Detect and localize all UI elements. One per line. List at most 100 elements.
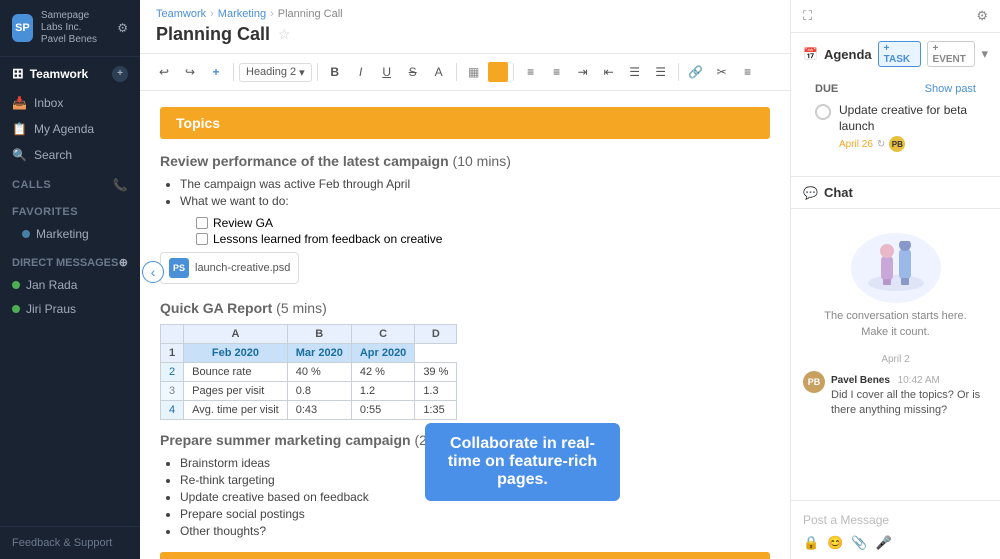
online-dot <box>12 305 20 313</box>
agenda-title: Agenda <box>824 47 872 62</box>
chat-avatar: PB <box>803 371 825 393</box>
chat-mic-icon[interactable]: 🎤 <box>876 535 892 551</box>
sidebar-item-inbox[interactable]: 📥 Inbox <box>0 90 140 116</box>
app-logo-icon: SP <box>12 14 33 42</box>
favorites-section-header: Favorites <box>0 196 140 222</box>
toolbar-add-btn[interactable]: + <box>204 60 228 84</box>
collaboration-tooltip: Collaborate in real-time on feature-rich… <box>425 423 620 501</box>
breadcrumb-marketing[interactable]: Marketing <box>218 8 266 20</box>
add-event-tag[interactable]: + EVENT <box>927 41 976 67</box>
sidebar-settings-icon[interactable]: ⚙ <box>117 21 128 35</box>
toolbar-sep-2 <box>317 63 318 81</box>
toolbar-strikethrough-btn[interactable]: S <box>401 60 425 84</box>
fullscreen-icon[interactable]: ⛶ <box>803 8 812 24</box>
prev-nav-arrow[interactable]: ‹ <box>142 261 164 283</box>
task-checkbox[interactable] <box>815 104 831 120</box>
chat-title: Chat <box>824 185 853 200</box>
toolbar-redo-btn[interactable]: ↪ <box>178 60 202 84</box>
sidebar-footer: Feedback & Support <box>0 526 140 559</box>
sidebar-dm-jan-rada[interactable]: Jan Rada <box>0 273 140 297</box>
search-icon: 🔍 <box>12 148 26 162</box>
toolbar-italic-btn[interactable]: I <box>349 60 373 84</box>
favorite-star-icon[interactable]: ☆ <box>278 26 291 43</box>
file-icon: PS <box>169 258 189 278</box>
right-panel: ⛶ ⚙ 📅 Agenda + TASK + EVENT ▾ Due Show p… <box>790 0 1000 559</box>
toolbar-bold-btn[interactable]: B <box>323 60 347 84</box>
chat-empty-text: The conversation starts here. Make it co… <box>824 309 966 340</box>
agenda-icon: 📋 <box>12 122 26 136</box>
dm-add-icon[interactable]: ⊕ <box>119 256 128 269</box>
toolbar-sep-1 <box>233 63 234 81</box>
section-2-title: Quick GA Report (5 mins) <box>160 300 770 316</box>
sidebar-item-search[interactable]: 🔍 Search <box>0 142 140 168</box>
chat-attachment-icon[interactable]: 📎 <box>851 535 867 551</box>
toolbar-color-btn[interactable] <box>488 62 508 82</box>
toolbar-more-btn[interactable]: ≡ <box>736 60 760 84</box>
chat-lock-icon: 🔒 <box>803 535 819 551</box>
feedback-link[interactable]: Feedback & Support <box>12 537 128 549</box>
chat-emoji-icon[interactable]: 😊 <box>827 535 843 551</box>
list-item: What we want to do: <box>180 194 770 208</box>
chat-input-icons: 🔒 😊 📎 🎤 <box>803 535 988 551</box>
checkbox-lessons[interactable] <box>196 233 208 245</box>
table-header-row <box>161 325 184 344</box>
table-row: 3 Pages per visit 0.8 1.2 1.3 <box>161 382 457 401</box>
sidebar-item-my-agenda[interactable]: 📋 My Agenda <box>0 116 140 142</box>
chat-section: 💬 Chat The convers <box>791 177 1000 559</box>
toolbar-underline-btn[interactable]: U <box>375 60 399 84</box>
calls-icon: 📞 <box>113 178 128 192</box>
toolbar-sep-4 <box>513 63 514 81</box>
sidebar-dm-jiri-praus[interactable]: Jiri Praus <box>0 297 140 321</box>
agenda-header: 📅 Agenda + TASK + EVENT ▾ <box>803 41 988 67</box>
chat-input-placeholder[interactable]: Post a Message <box>803 509 988 531</box>
sidebar-item-marketing[interactable]: Marketing <box>0 222 140 246</box>
toolbar-heading-dropdown[interactable]: Heading 2 ▾ <box>239 63 312 82</box>
right-settings-icon[interactable]: ⚙ <box>976 8 988 24</box>
breadcrumb: Teamwork › Marketing › Planning Call <box>156 8 774 20</box>
topics-bar: Topics <box>160 107 770 139</box>
table-row: 4 Avg. time per visit 0:43 0:55 1:35 <box>161 401 457 420</box>
toolbar-sep-3 <box>456 63 457 81</box>
list-item: Review GA <box>196 216 770 230</box>
add-team-icon[interactable]: + <box>112 66 128 82</box>
toolbar-align-right-btn[interactable]: ☰ <box>649 60 673 84</box>
table-col-apr: Apr 2020 <box>351 344 414 363</box>
toolbar-outdent-btn[interactable]: ⇤ <box>597 60 621 84</box>
toolbar-font-btn[interactable]: A <box>427 60 451 84</box>
toolbar-link-btn[interactable]: 🔗 <box>684 60 708 84</box>
table-header-d: D <box>415 325 457 344</box>
ga-data-table: A B C D 1 Feb 2020 Mar 2020 Apr 2020 2 B… <box>160 324 457 420</box>
toolbar-undo-btn[interactable]: ↩ <box>152 60 176 84</box>
due-section: Due Show past Update creative for beta l… <box>803 75 988 168</box>
calendar-icon: 📅 <box>803 47 818 61</box>
toolbar-table-btn[interactable]: ▦ <box>462 60 486 84</box>
chat-input-area[interactable]: Post a Message 🔒 😊 📎 🎤 <box>791 500 1000 559</box>
checkbox-review-ga[interactable] <box>196 217 208 229</box>
toolbar-indent-btn[interactable]: ⇥ <box>571 60 595 84</box>
table-row: 2 Bounce rate 40 % 42 % 39 % <box>161 363 457 382</box>
file-attachment[interactable]: PS launch-creative.psd <box>160 252 299 284</box>
right-panel-header: ⛶ ⚙ <box>791 0 1000 33</box>
page-title: Planning Call <box>156 24 270 45</box>
show-past-link[interactable]: Show past <box>925 83 976 95</box>
reports-bar: Reports <box>160 552 770 559</box>
list-item: Prepare social postings <box>180 507 770 521</box>
toolbar-align-center-btn[interactable]: ☰ <box>623 60 647 84</box>
chat-messages: The conversation starts here. Make it co… <box>791 209 1000 500</box>
sidebar: SP Samepage Labs Inc. Pavel Benes ⚙ ⊞ Te… <box>0 0 140 559</box>
chat-sender-name: Pavel Benes <box>831 375 890 386</box>
filter-icon[interactable]: ▾ <box>981 46 988 62</box>
sidebar-team-item[interactable]: ⊞ Teamwork + <box>0 57 140 90</box>
toolbar-list-btn[interactable]: ≡ <box>519 60 543 84</box>
breadcrumb-teamwork[interactable]: Teamwork <box>156 8 206 20</box>
add-task-tag[interactable]: + TASK <box>878 41 921 67</box>
task-meta: April 26 ↻ PB <box>839 136 976 152</box>
page-header: Teamwork › Marketing › Planning Call Pla… <box>140 0 790 54</box>
toolbar-code-btn[interactable]: ✂ <box>710 60 734 84</box>
toolbar-align-btn[interactable]: ≡ <box>545 60 569 84</box>
task-date: April 26 <box>839 139 873 150</box>
task-content: Update creative for beta launch April 26… <box>839 103 976 152</box>
table-col-mar: Mar 2020 <box>287 344 351 363</box>
online-dot <box>12 281 20 289</box>
table-header-c: C <box>351 325 414 344</box>
